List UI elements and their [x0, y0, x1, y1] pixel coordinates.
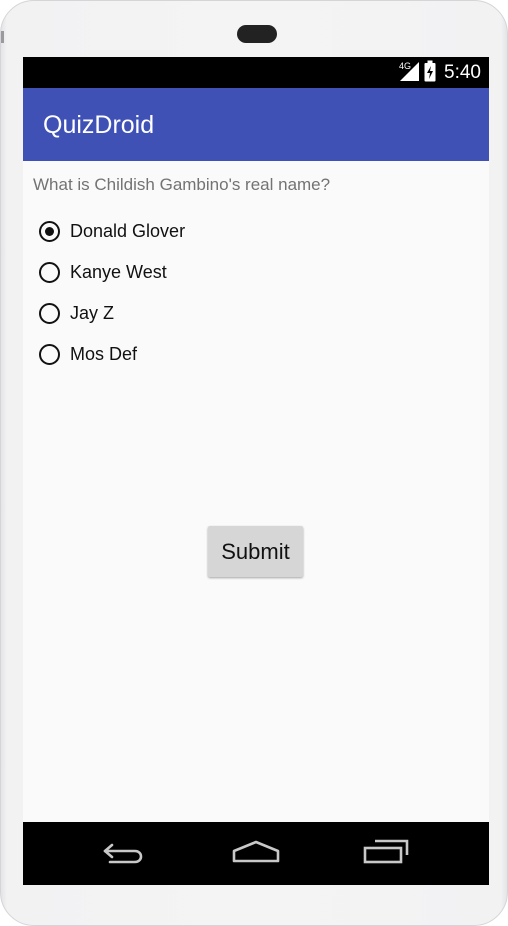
signal-icon: 4G — [398, 60, 420, 87]
back-button[interactable] — [95, 836, 155, 872]
submit-button[interactable]: Submit — [208, 526, 303, 577]
screen: 4G 5:40 QuizDroid What is Childish Gambi… — [23, 57, 489, 885]
status-time: 5:40 — [444, 62, 481, 83]
radio-label: Kanye West — [70, 262, 167, 282]
radio-button[interactable] — [39, 344, 60, 365]
battery-icon — [424, 60, 436, 87]
network-type-label: 4G — [399, 61, 411, 71]
earpiece-speaker — [237, 25, 277, 43]
status-bar: 4G 5:40 — [23, 57, 489, 88]
radio-label: Mos Def — [70, 344, 138, 364]
side-button — [1, 31, 4, 43]
radio-button[interactable] — [39, 303, 60, 324]
app-bar: QuizDroid — [23, 88, 489, 161]
radio-button-checked[interactable] — [39, 221, 60, 242]
radio-option-kanye-west[interactable]: Kanye West — [39, 252, 185, 293]
phone-frame: 4G 5:40 QuizDroid What is Childish Gambi… — [0, 0, 508, 926]
quiz-content: What is Childish Gambino's real name? Do… — [23, 161, 489, 822]
home-icon — [231, 839, 281, 870]
radio-label: Jay Z — [70, 303, 115, 323]
back-icon — [102, 839, 148, 870]
question-text: What is Childish Gambino's real name? — [33, 175, 331, 194]
radio-option-donald-glover[interactable]: Donald Glover — [39, 211, 185, 252]
answer-radio-group: Donald Glover Kanye West Jay Z Mos Def — [39, 211, 185, 375]
navigation-bar — [23, 822, 489, 885]
radio-button[interactable] — [39, 262, 60, 283]
radio-option-mos-def[interactable]: Mos Def — [39, 334, 185, 375]
recents-button[interactable] — [356, 836, 416, 872]
home-button[interactable] — [226, 836, 286, 872]
radio-label: Donald Glover — [70, 221, 186, 241]
status-icons: 4G 5:40 — [398, 60, 481, 87]
recents-icon — [362, 838, 410, 871]
app-title: QuizDroid — [43, 111, 155, 139]
radio-option-jay-z[interactable]: Jay Z — [39, 293, 185, 334]
